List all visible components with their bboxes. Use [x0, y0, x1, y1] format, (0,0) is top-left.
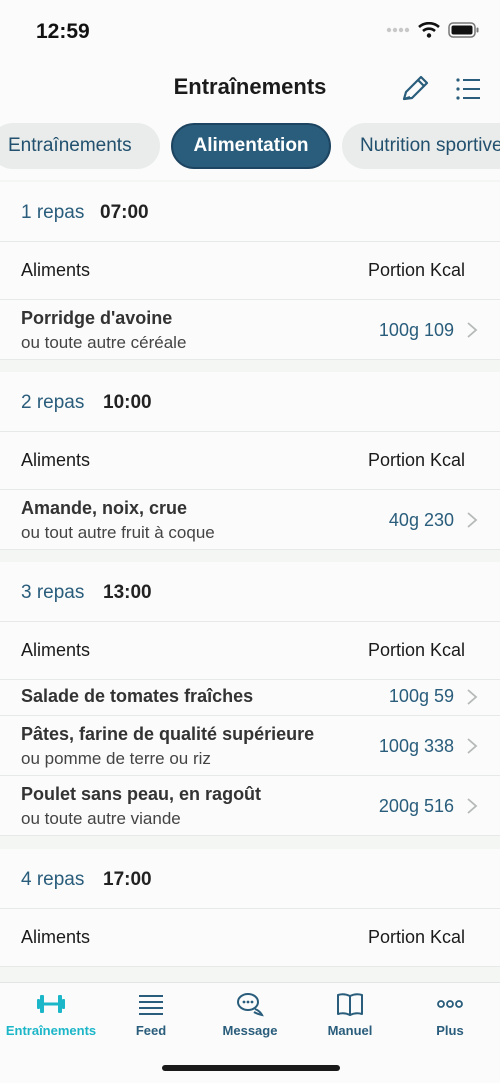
tabbar-plus[interactable]: Plus — [400, 991, 500, 1038]
food-portion-kcal: 40g 230 — [388, 510, 454, 530]
tabbar-feed[interactable]: Feed — [101, 991, 201, 1038]
tabbar-label: Message — [222, 1023, 278, 1038]
column-header: Aliments Portion Kcal — [0, 909, 500, 967]
tabbar-message[interactable]: Message — [200, 991, 300, 1038]
pencil-icon[interactable] — [398, 72, 432, 106]
chevron-right-icon — [467, 512, 478, 528]
food-row[interactable]: Salade de tomates fraîches 100g 59 — [0, 680, 500, 716]
food-portion-kcal: 100g 59 — [388, 686, 454, 706]
tabbar-manuel[interactable]: Manuel — [300, 991, 400, 1038]
column-portion-kcal: Portion Kcal — [367, 640, 465, 660]
meal-header: 1 repas 07:00 — [0, 182, 500, 242]
meal-card: 1 repas 07:00 Aliments Portion Kcal Porr… — [0, 182, 500, 360]
meal-time: 17:00 — [103, 869, 152, 890]
meal-card: 3 repas 13:00 Aliments Portion Kcal Sala… — [0, 562, 500, 836]
food-row[interactable]: Poulet sans peau, en ragoût ou toute aut… — [0, 776, 500, 836]
food-name: Pâtes, farine de qualité supérieure — [21, 724, 315, 744]
meal-number: 1 repas — [21, 202, 85, 223]
food-portion-kcal: 200g 516 — [378, 796, 454, 816]
chevron-right-icon — [467, 322, 478, 338]
signal-icon — [386, 27, 410, 33]
list-icon[interactable] — [454, 74, 484, 104]
food-name: Porridge d'avoine — [21, 308, 173, 328]
meal-header: 2 repas 10:00 — [0, 372, 500, 432]
tab-entrainements[interactable]: Entraînements — [0, 123, 160, 169]
column-portion-kcal: Portion Kcal — [367, 927, 465, 947]
food-alternative: ou tout autre fruit à coque — [21, 523, 215, 542]
food-portion-kcal: 100g 109 — [378, 320, 454, 340]
column-header: Aliments Portion Kcal — [0, 432, 500, 490]
meal-number: 2 repas — [21, 392, 85, 413]
chat-bubbles-icon — [237, 993, 264, 1017]
wifi-icon — [418, 22, 440, 38]
tabbar-entrainements[interactable]: Entraînements — [1, 991, 101, 1038]
battery-icon — [448, 22, 479, 38]
column-header: Aliments Portion Kcal — [0, 622, 500, 680]
food-alternative: ou pomme de terre ou riz — [21, 749, 211, 768]
meal-header: 4 repas 17:00 — [0, 849, 500, 909]
tabbar-label: Entraînements — [5, 1023, 97, 1038]
meal-header: 3 repas 13:00 — [0, 562, 500, 622]
tab-nutrition-sportive[interactable]: Nutrition sportive — [342, 123, 500, 169]
food-alternative: ou toute autre viande — [21, 809, 181, 828]
column-aliments: Aliments — [21, 450, 91, 470]
more-dots-icon — [437, 1000, 463, 1008]
meal-time: 10:00 — [103, 392, 152, 413]
food-row[interactable]: Porridge d'avoine ou toute autre céréale… — [0, 300, 500, 360]
segment-tabs: Entraînements Alimentation Nutrition spo… — [0, 118, 500, 180]
column-aliments: Aliments — [21, 927, 91, 947]
food-alternative: ou toute autre céréale — [21, 333, 187, 352]
column-portion-kcal: Portion Kcal — [367, 450, 465, 470]
meal-number: 3 repas — [21, 582, 85, 603]
meal-number: 4 repas — [21, 869, 85, 890]
feed-lines-icon — [139, 995, 163, 1015]
status-icons — [386, 22, 480, 38]
meal-time: 07:00 — [100, 202, 149, 223]
food-row[interactable]: Amande, noix, crue ou tout autre fruit à… — [0, 490, 500, 550]
chevron-right-icon — [467, 689, 478, 705]
food-row[interactable]: Pâtes, farine de qualité supérieure ou p… — [0, 716, 500, 776]
chevron-right-icon — [467, 798, 478, 814]
column-portion-kcal: Portion Kcal — [367, 260, 465, 280]
tabbar-label: Manuel — [327, 1023, 373, 1038]
meal-card: 4 repas 17:00 Aliments Portion Kcal — [0, 849, 500, 967]
chevron-right-icon — [467, 738, 478, 754]
dumbbell-icon — [37, 995, 65, 1013]
book-icon — [337, 993, 363, 1016]
meal-time: 13:00 — [103, 582, 152, 603]
column-aliments: Aliments — [21, 260, 91, 280]
column-header: Aliments Portion Kcal — [0, 242, 500, 300]
tabbar-label: Plus — [436, 1023, 464, 1038]
food-portion-kcal: 100g 338 — [378, 736, 454, 756]
food-name: Salade de tomates fraîches — [21, 686, 254, 706]
tabbar-label: Feed — [135, 1023, 167, 1038]
column-aliments: Aliments — [21, 640, 91, 660]
meal-plan: 1 repas 07:00 Aliments Portion Kcal Porr… — [0, 180, 500, 982]
status-time: 12:59 — [36, 20, 90, 43]
food-name: Amande, noix, crue — [21, 498, 188, 518]
meal-card: 2 repas 10:00 Aliments Portion Kcal Aman… — [0, 372, 500, 550]
food-name: Poulet sans peau, en ragoût — [21, 784, 262, 804]
tab-alimentation[interactable]: Alimentation — [171, 123, 331, 169]
nav-header: Entraînements — [0, 62, 500, 118]
status-bar: 12:59 — [0, 0, 500, 62]
home-indicator — [162, 1065, 340, 1071]
